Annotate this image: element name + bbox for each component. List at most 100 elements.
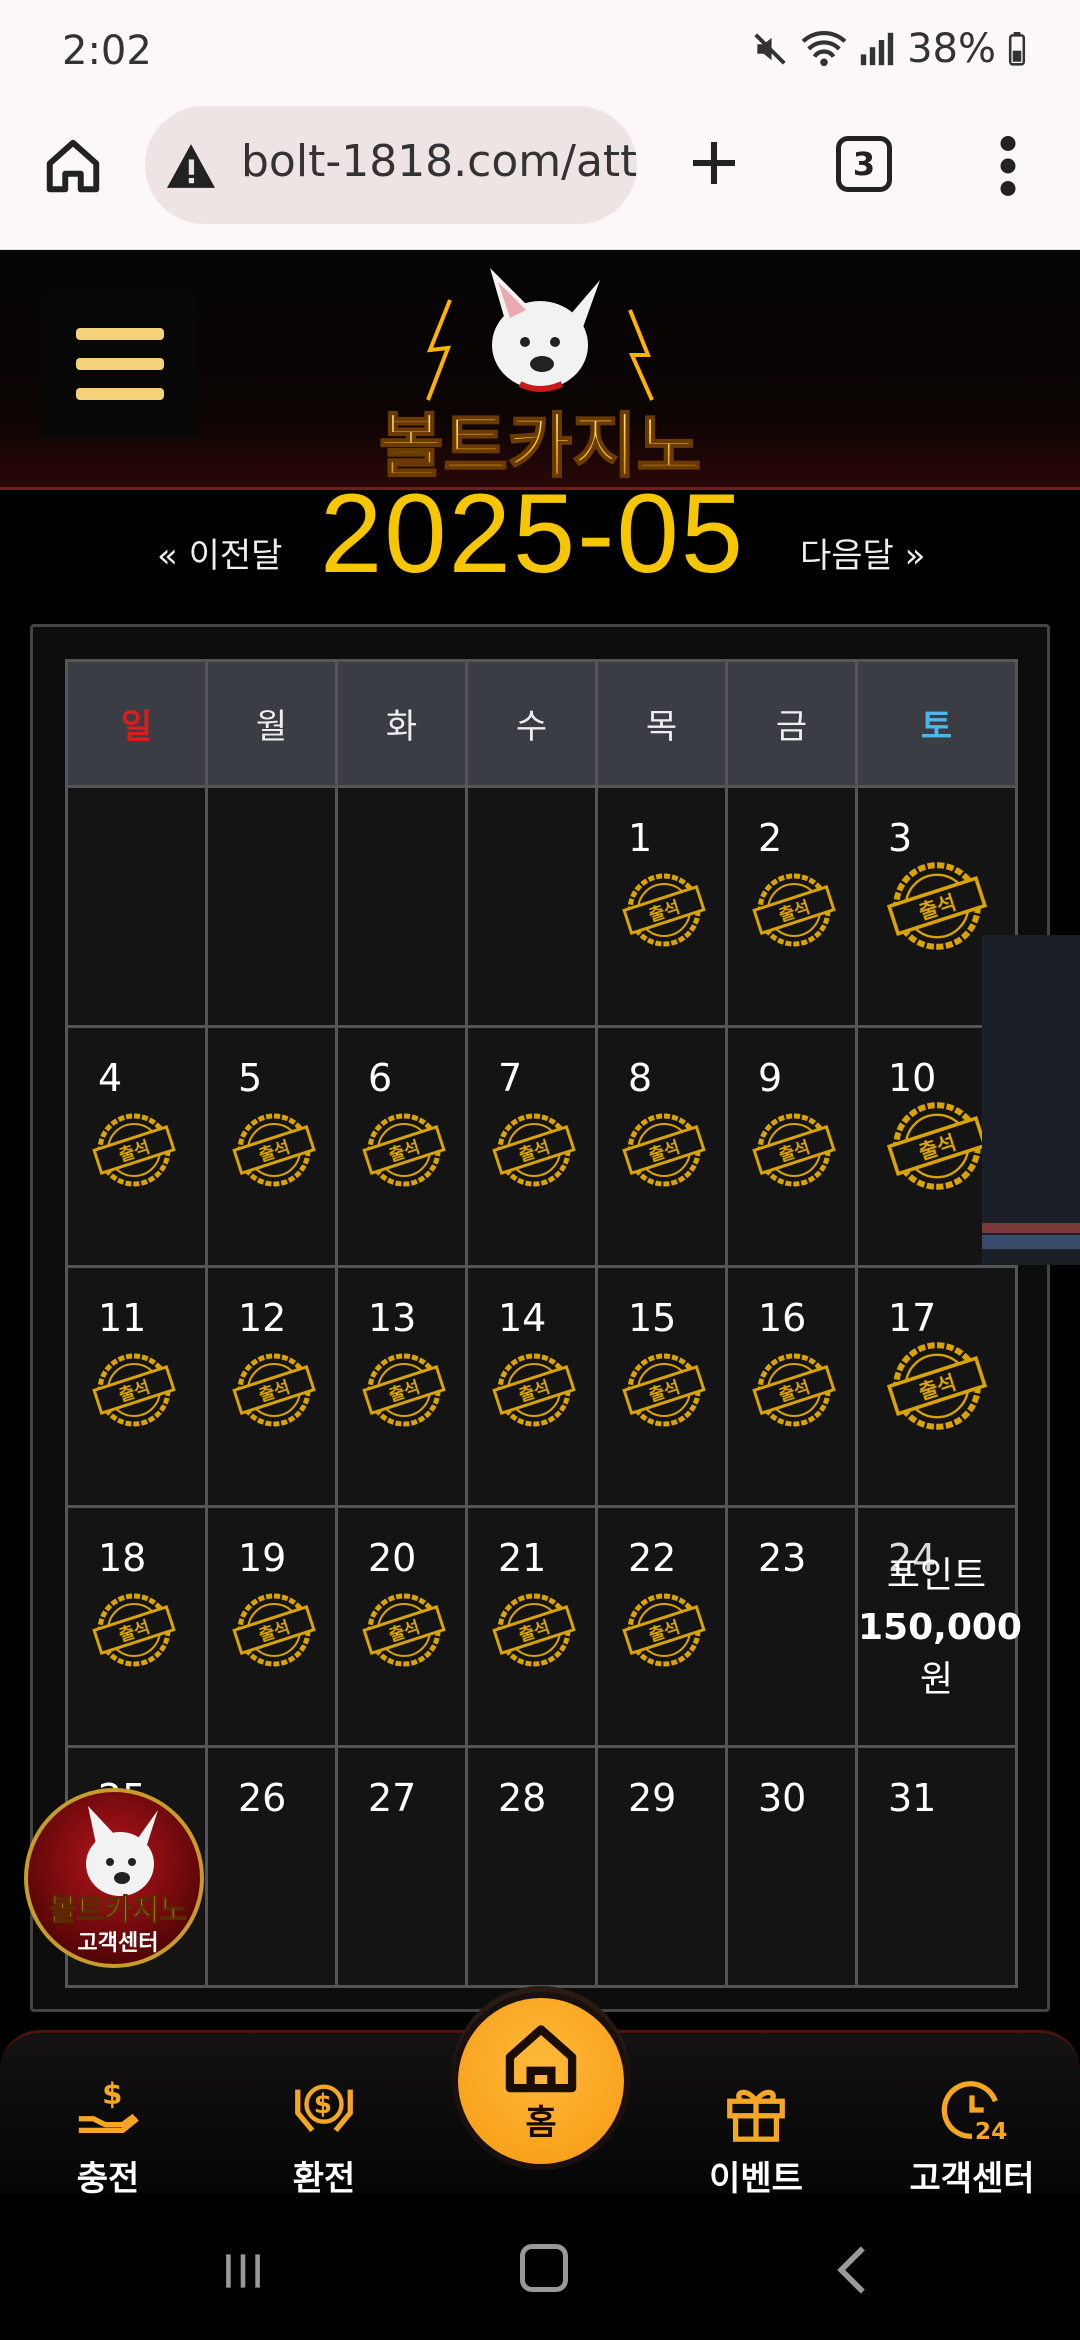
calendar-day-cell[interactable]: 6 출석 [335,1025,468,1268]
new-tab-icon[interactable] [686,135,742,191]
nav-charge[interactable]: $ 충전 [18,2077,198,2200]
more-menu-icon[interactable] [996,136,1020,196]
day-number: 30 [758,1776,807,1820]
calendar-day-cell[interactable]: 15 출석 [595,1265,728,1508]
weekday-fri: 금 [725,659,858,788]
attendance-stamp-icon: 출석 [362,1593,446,1667]
home-house-icon [505,2024,577,2092]
nav-exchange[interactable]: $ 환전 [234,2077,414,2200]
calendar-day-cell[interactable]: 22 출석 [595,1505,728,1748]
attendance-stamp-icon: 출석 [752,1353,836,1427]
attendance-stamp-icon: 출석 [622,873,706,947]
prev-month-link[interactable]: « 이전달 [157,528,282,577]
calendar-day-cell[interactable] [65,785,208,1028]
calendar-day-cell[interactable]: 19 출석 [205,1505,338,1748]
calendar-body: 1 출석 2 출석 3 출석 4 출석 5 출석 6 출석 7 출석 8 출석 9 출석 10 출석 11 출석 12 출석 1… [65,785,1022,1988]
calendar-day-cell[interactable]: 포인트 150,000 원 24 [855,1505,1022,1748]
calendar-day-cell[interactable]: 9 출석 [725,1025,858,1268]
calendar-day-cell[interactable]: 2 출석 [725,785,858,1028]
calendar-day-cell[interactable]: 7 출석 [465,1025,598,1268]
calendar-table: 일 월 화 수 목 금 토 1 출석 2 출석 3 출석 4 출석 5 출석 6 출석 7 출석 8 출석 9 출… [65,659,1022,1988]
floating-support-button[interactable]: 볼트카지노 고객센터 [24,1788,204,1968]
calendar-day-cell[interactable]: 28 [465,1745,598,1988]
calendar-day-cell[interactable]: 31 [855,1745,1018,1988]
nav-support[interactable]: 24 고객센터 [882,2077,1062,2200]
day-number: 2 [758,816,783,860]
calendar-day-cell[interactable]: 16 출석 [725,1265,858,1508]
day-number: 12 [238,1296,287,1340]
reward-line: 포인트 [886,1555,987,1596]
address-bar[interactable]: bolt-1818.com/att [145,106,637,224]
attendance-stamp-icon: 출석 [622,1353,706,1427]
recent-apps-icon[interactable] [218,2246,268,2296]
battery-percent: 38% [907,26,996,72]
attendance-stamp-icon: 출석 [752,1113,836,1187]
signal-icon [860,32,894,66]
month-navigation: « 이전달 2025-05 다음달 » [0,471,1080,596]
day-number: 17 [888,1296,937,1340]
month-title: 2025-05 [320,471,746,596]
weekday-mon: 월 [205,659,338,788]
nav-event[interactable]: 이벤트 [666,2077,846,2200]
nav-event-label: 이벤트 [709,2159,803,2199]
calendar-day-cell[interactable]: 29 [595,1745,728,1988]
day-number: 9 [758,1056,783,1100]
attendance-stamp-icon: 출석 [622,1593,706,1667]
day-number: 26 [238,1776,287,1820]
calendar-day-cell[interactable]: 8 출석 [595,1025,728,1268]
hamburger-menu-button[interactable] [42,290,197,438]
calendar-day-cell[interactable]: 27 [335,1745,468,1988]
calendar-day-cell[interactable] [335,785,468,1028]
day-number: 22 [628,1536,677,1580]
day-number: 23 [758,1536,807,1580]
calendar-day-cell[interactable]: 30 [725,1745,858,1988]
calendar-day-cell[interactable]: 17 출석 [855,1265,1018,1508]
calendar-day-cell[interactable]: 14 출석 [465,1265,598,1508]
weekday-header-row: 일 월 화 수 목 금 토 [65,659,1018,788]
support-brand-text: 볼트카지노 [49,1893,187,1928]
calendar-day-cell[interactable]: 21 출석 [465,1505,598,1748]
calendar-day-cell[interactable]: 1 출석 [595,785,728,1028]
calendar-day-cell[interactable]: 11 출석 [65,1265,208,1508]
warning-icon[interactable] [163,142,219,190]
calendar-week-row: 4 출석 5 출석 6 출석 7 출석 8 출석 9 출석 10 출석 [65,1025,1018,1268]
day-number: 15 [628,1296,677,1340]
day-number: 14 [498,1296,547,1340]
support-label: 고객센터 [78,1931,159,1956]
brand-logo[interactable]: 볼트카지노 [330,260,750,485]
svg-text:$: $ [102,2077,122,2111]
calendar-day-cell[interactable]: 4 출석 [65,1025,208,1268]
system-navigation-bar [0,2194,1080,2340]
weekday-wed: 수 [465,659,598,788]
calendar-day-cell[interactable] [465,785,598,1028]
calendar-day-cell[interactable]: 23 [725,1505,858,1748]
calendar-day-cell[interactable]: 18 출석 [65,1505,208,1748]
nav-support-label: 고객센터 [909,2159,1035,2199]
home-icon[interactable] [42,135,104,197]
next-month-link[interactable]: 다음달 » [800,528,925,577]
nav-home-button[interactable]: 홈 [452,1992,630,2170]
attendance-stamp-icon: 출석 [92,1113,176,1187]
system-home-button[interactable] [520,2244,568,2292]
back-icon[interactable] [832,2244,872,2296]
calendar-day-cell[interactable]: 12 출석 [205,1265,338,1508]
calendar-day-cell[interactable]: 13 출석 [335,1265,468,1508]
side-panel-tab[interactable] [982,935,1080,1265]
calendar-day-cell[interactable]: 5 출석 [205,1025,338,1268]
mute-icon [754,33,786,65]
attendance-stamp-icon: 출석 [92,1353,176,1427]
calendar-day-cell[interactable] [205,785,338,1028]
day-number: 4 [98,1056,123,1100]
support-24-icon: 24 [941,2081,1007,2143]
url-text[interactable]: bolt-1818.com/att [241,136,637,187]
calendar-day-cell[interactable]: 26 [205,1745,338,1988]
status-time: 2:02 [62,28,152,74]
tab-switcher-button[interactable]: 3 [836,136,892,192]
attendance-stamp-icon: 출석 [92,1593,176,1667]
support-mascot-icon: 볼트카지노 고객센터 [49,1806,188,1956]
calendar-day-cell[interactable]: 20 출석 [335,1505,468,1748]
attendance-stamp-icon: 출석 [752,873,836,947]
day-number: 21 [498,1536,547,1580]
attendance-stamp-icon: 출석 [232,1593,316,1667]
attendance-stamp-icon: 출석 [492,1593,576,1667]
